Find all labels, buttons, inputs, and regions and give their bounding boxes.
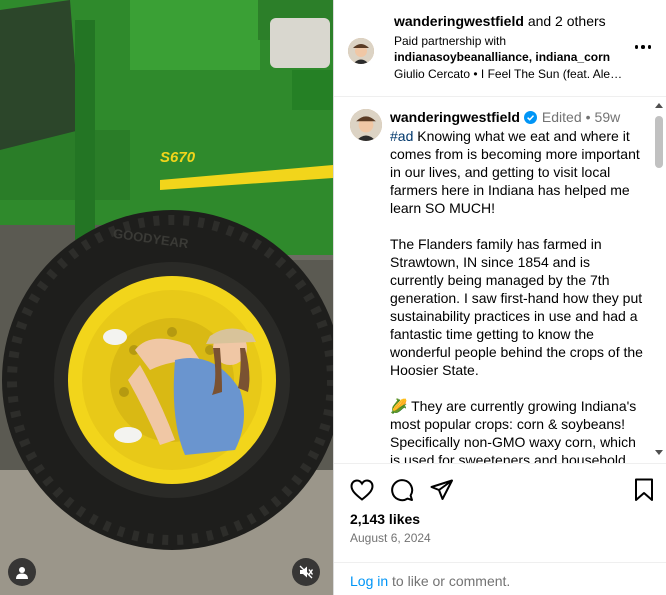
caption-scrollbar[interactable]: [653, 100, 665, 458]
combine-harvester-photo: S670 GOODYEAR: [0, 0, 333, 595]
login-footer: Log in to like or comment.: [334, 562, 666, 595]
author-username[interactable]: wanderingwestfield: [394, 13, 524, 29]
save-button[interactable]: [630, 476, 658, 504]
tag-button[interactable]: [8, 558, 36, 586]
more-options-button[interactable]: [631, 37, 655, 57]
login-prompt: Log in to like or comment.: [350, 573, 510, 589]
scroll-thumb[interactable]: [655, 116, 663, 168]
share-button[interactable]: [428, 476, 456, 504]
caption-paragraph-2: The Flanders family has farmed in Strawt…: [390, 236, 643, 378]
caption-username[interactable]: wanderingwestfield: [390, 109, 520, 125]
post-header: wanderingwestfield and 2 others Paid par…: [334, 0, 666, 97]
caption-area[interactable]: wanderingwestfield Edited • 59w #ad Know…: [334, 98, 666, 464]
audio-track[interactable]: Giulio Cercato • I Feel The Sun (feat. A…: [394, 67, 626, 81]
partnership-label: Paid partnership with: [394, 34, 507, 48]
caption-paragraph-1-text: Knowing what we eat and where it comes f…: [390, 128, 640, 216]
verified-badge-icon: [523, 110, 537, 124]
muted-speaker-icon: [299, 565, 313, 579]
post-media[interactable]: S670 GOODYEAR: [0, 0, 333, 595]
share-icon: [430, 479, 453, 500]
action-bar: [348, 476, 658, 504]
post-age: 59w: [594, 109, 621, 125]
model-badge: S670: [160, 149, 196, 166]
edited-label: Edited: [541, 109, 582, 125]
comment-icon: [391, 479, 414, 502]
author-avatar[interactable]: [348, 38, 374, 64]
post-date[interactable]: August 6, 2024: [350, 531, 431, 545]
heart-icon: [350, 479, 374, 501]
co-authors-link[interactable]: and 2 others: [528, 13, 606, 29]
comment-button[interactable]: [388, 476, 416, 504]
scroll-up-arrow[interactable]: [655, 103, 663, 108]
caption-text: #ad Knowing what we eat and where it com…: [390, 127, 644, 464]
caption-paragraph-3: 🌽 They are currently growing Indiana's m…: [390, 398, 637, 464]
header-authors: wanderingwestfield and 2 others: [394, 13, 606, 29]
partner-accounts[interactable]: indianasoybeanalliance, indiana_corn: [394, 50, 610, 64]
user-tag-icon: [16, 566, 28, 579]
caption-paragraph-1: #ad Knowing what we eat and where it com…: [390, 127, 644, 217]
more-icon: [634, 45, 652, 49]
meta-separator: •: [585, 109, 591, 125]
caption-avatar[interactable]: [350, 109, 382, 141]
like-button[interactable]: [348, 476, 376, 504]
login-prompt-text: to like or comment.: [388, 573, 511, 589]
like-count[interactable]: 2,143 likes: [350, 511, 420, 527]
mute-button[interactable]: [292, 558, 320, 586]
login-link[interactable]: Log in: [350, 573, 388, 589]
post-side-panel: wanderingwestfield and 2 others Paid par…: [333, 0, 666, 595]
scroll-down-arrow[interactable]: [655, 450, 663, 455]
caption-header: wanderingwestfield Edited • 59w: [390, 109, 620, 125]
hashtag-link[interactable]: #ad: [390, 128, 413, 144]
bookmark-icon: [635, 478, 653, 501]
